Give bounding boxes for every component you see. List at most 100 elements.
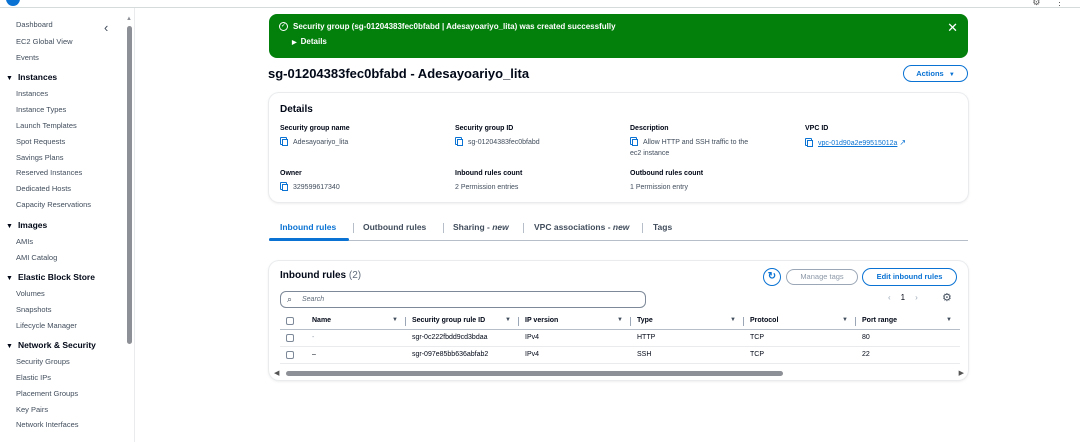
sidebar-item-amis[interactable]: AMIs bbox=[16, 237, 33, 246]
caret-down-icon: ▼ bbox=[6, 343, 13, 350]
sidebar-item-events[interactable]: Events bbox=[16, 53, 39, 62]
sidebar-item-reserved-instances[interactable]: Reserved Instances bbox=[16, 168, 82, 177]
sidebar-item-ami-catalog[interactable]: AMI Catalog bbox=[16, 253, 57, 262]
gear-icon[interactable]: ⚙ bbox=[942, 291, 952, 304]
caret-down-icon: ▼ bbox=[6, 275, 13, 282]
column-header-protocol[interactable]: Protocol ▼ bbox=[744, 313, 856, 330]
tab-sharing[interactable]: Sharing - new bbox=[453, 222, 509, 232]
sort-icon[interactable]: ▼ bbox=[842, 317, 848, 323]
vpc-id-link[interactable]: vpc-01d90a2e99515012a bbox=[818, 140, 897, 147]
tab-separator bbox=[353, 223, 354, 233]
manage-tags-button[interactable]: Manage tags bbox=[786, 269, 858, 285]
sidebar-item-dedicated-hosts[interactable]: Dedicated Hosts bbox=[16, 184, 71, 193]
sidebar-scroll-up-icon[interactable]: ▲ bbox=[126, 16, 132, 22]
scroll-left-icon[interactable]: ◀ bbox=[274, 369, 279, 377]
search-placeholder: Search bbox=[302, 296, 325, 303]
inbound-rules-heading: Inbound rules (2) bbox=[280, 270, 362, 281]
sidebar-item-dashboard[interactable]: Dashboard bbox=[16, 20, 53, 29]
current-page[interactable]: 1 bbox=[901, 293, 905, 302]
sort-icon[interactable]: ▼ bbox=[730, 317, 736, 323]
refresh-button[interactable]: ↻ bbox=[763, 268, 781, 286]
column-header-rule-id[interactable]: Security group rule ID ▼ bbox=[406, 313, 519, 330]
caret-down-icon: ▼ bbox=[948, 72, 955, 78]
sidebar-item-launch-templates[interactable]: Launch Templates bbox=[16, 121, 77, 130]
search-input[interactable]: ⌕ Search bbox=[280, 291, 646, 308]
next-page-icon[interactable]: › bbox=[915, 293, 918, 302]
tab-outbound-rules[interactable]: Outbound rules bbox=[363, 222, 426, 232]
sidebar-group-images[interactable]: ▼ Images bbox=[6, 220, 47, 230]
edit-inbound-rules-button[interactable]: Edit inbound rules bbox=[862, 268, 957, 286]
sidebar-item-snapshots[interactable]: Snapshots bbox=[16, 305, 51, 314]
close-icon[interactable]: ✕ bbox=[947, 20, 958, 36]
sidebar-item-spot-requests[interactable]: Spot Requests bbox=[16, 137, 65, 146]
copy-icon[interactable] bbox=[280, 182, 288, 191]
sidebar: ‹ ▲ Dashboard EC2 Global View Events ▼ In… bbox=[0, 8, 135, 442]
collapse-sidebar-icon[interactable]: ‹ bbox=[104, 20, 108, 35]
sidebar-item-key-pairs[interactable]: Key Pairs bbox=[16, 405, 48, 414]
flash-details-toggle[interactable]: ▶ Details bbox=[292, 37, 327, 46]
prev-page-icon[interactable]: ‹ bbox=[888, 293, 891, 302]
select-all-checkbox[interactable] bbox=[286, 316, 294, 325]
caret-right-icon: ▶ bbox=[292, 40, 297, 46]
sidebar-item-capacity-reservations[interactable]: Capacity Reservations bbox=[16, 200, 91, 209]
active-tab-indicator bbox=[269, 238, 349, 241]
sort-icon[interactable]: ▼ bbox=[392, 317, 398, 323]
sidebar-group-network-security[interactable]: ▼ Network & Security bbox=[6, 340, 96, 350]
sidebar-item-lifecycle-manager[interactable]: Lifecycle Manager bbox=[16, 321, 77, 330]
column-header-name[interactable]: Name ▼ bbox=[306, 313, 406, 330]
copy-icon[interactable] bbox=[455, 137, 463, 146]
sidebar-group-instances[interactable]: ▼ Instances bbox=[6, 72, 57, 82]
actions-button[interactable]: Actions ▼ bbox=[903, 65, 968, 82]
table-row[interactable]: – sgr-097e85bb636abfab2 IPv4 SSH TCP 22 bbox=[280, 346, 960, 364]
column-header-type[interactable]: Type ▼ bbox=[631, 313, 744, 330]
tab-separator bbox=[443, 223, 444, 233]
sidebar-item-ec2-global-view[interactable]: EC2 Global View bbox=[16, 37, 73, 46]
sidebar-item-network-interfaces[interactable]: Network Interfaces bbox=[16, 420, 79, 429]
sort-icon[interactable]: ▼ bbox=[946, 317, 952, 323]
scroll-right-icon[interactable]: ▶ bbox=[959, 369, 964, 377]
sg-id-field: Security group ID sg-01204383fec0bfabd bbox=[455, 125, 540, 146]
sort-icon[interactable]: ▼ bbox=[617, 317, 623, 323]
sort-icon[interactable]: ▼ bbox=[505, 317, 511, 323]
table-header-row: Name ▼ Security group rule ID ▼ IP version… bbox=[280, 313, 960, 330]
inbound-rules-card: Inbound rules (2) ↻ Manage tags Edit inb… bbox=[269, 261, 968, 380]
tab-inbound-rules[interactable]: Inbound rules bbox=[280, 222, 336, 232]
top-nav-icons[interactable]: ⚙ ⋮ bbox=[1032, 0, 1070, 8]
copy-icon[interactable] bbox=[805, 138, 813, 147]
flash-message: Security group (sg-01204383fec0bfabd | A… bbox=[293, 22, 616, 31]
search-icon: ⌕ bbox=[287, 294, 293, 304]
external-link-icon[interactable]: ↗ bbox=[899, 138, 906, 147]
sidebar-scrollbar[interactable] bbox=[127, 26, 132, 344]
tab-tags[interactable]: Tags bbox=[653, 222, 672, 232]
sidebar-item-placement-groups[interactable]: Placement Groups bbox=[16, 389, 78, 398]
rules-count: (2) bbox=[348, 270, 362, 281]
tab-separator bbox=[523, 223, 524, 233]
table-row[interactable]: - sgr-0c222fbdd9cd3bdaa IPv4 HTTP TCP 80 bbox=[280, 329, 960, 347]
sidebar-item-volumes[interactable]: Volumes bbox=[16, 289, 45, 298]
sidebar-item-savings-plans[interactable]: Savings Plans bbox=[16, 153, 64, 162]
scrollbar-thumb[interactable] bbox=[286, 371, 783, 376]
caret-down-icon: ▼ bbox=[6, 75, 13, 82]
copy-icon[interactable] bbox=[630, 137, 638, 146]
sidebar-item-instances[interactable]: Instances bbox=[16, 89, 48, 98]
row-checkbox[interactable] bbox=[286, 350, 294, 359]
copy-icon[interactable] bbox=[280, 137, 288, 146]
table-horizontal-scrollbar[interactable]: ◀ ▶ bbox=[274, 369, 964, 377]
sg-name-field: Security group name Adesayoariyo_lita bbox=[280, 125, 350, 146]
column-header-port-range[interactable]: Port range ▼ bbox=[856, 313, 960, 330]
column-header-ip-version[interactable]: IP version ▼ bbox=[519, 313, 631, 330]
sidebar-item-elastic-ips[interactable]: Elastic IPs bbox=[16, 373, 51, 382]
owner-field: Owner 329599617340 bbox=[280, 170, 340, 191]
caret-down-icon: ▼ bbox=[6, 223, 13, 230]
sidebar-item-security-groups[interactable]: Security Groups bbox=[16, 357, 70, 366]
aws-logo-icon[interactable] bbox=[6, 0, 20, 6]
tab-bar: Inbound rules Outbound rules Sharing - n… bbox=[269, 216, 968, 241]
vpc-id-field: VPC ID vpc-01d90a2e99515012a ↗ bbox=[805, 125, 907, 147]
sidebar-group-elastic-block-store[interactable]: ▼ Elastic Block Store bbox=[6, 272, 95, 282]
row-checkbox[interactable] bbox=[286, 333, 294, 342]
pagination: ‹ 1 › bbox=[888, 293, 928, 302]
details-card: Details Security group name Adesayoariyo… bbox=[269, 93, 968, 202]
sidebar-item-instance-types[interactable]: Instance Types bbox=[16, 105, 66, 114]
inbound-count-field: Inbound rules count 2 Permission entries bbox=[455, 170, 523, 191]
tab-vpc-associations[interactable]: VPC associations - new bbox=[534, 222, 629, 232]
